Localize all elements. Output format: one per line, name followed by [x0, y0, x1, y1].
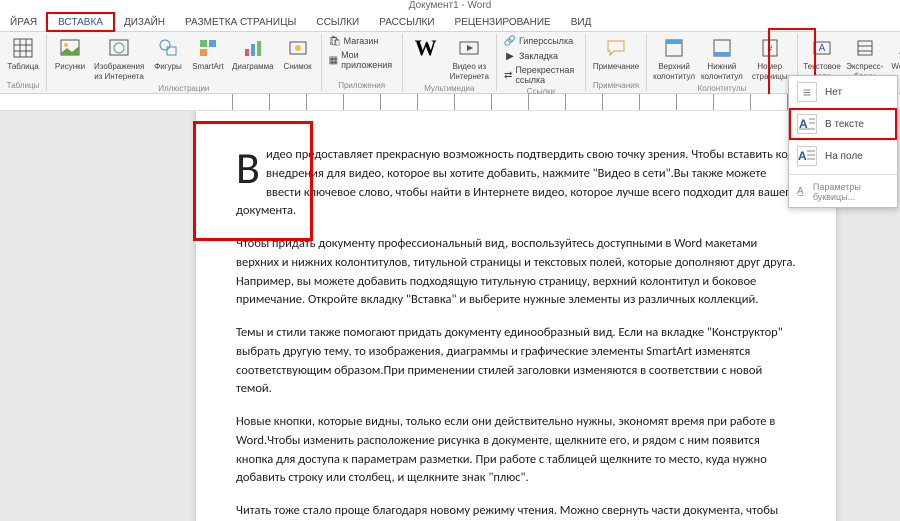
drop-cap-dropdown: ≡ Нет A В тексте A На поле A̲ Параметры …: [788, 75, 898, 208]
wordart-icon: A: [894, 36, 900, 60]
quickparts-icon: [853, 36, 877, 60]
bookmark-button[interactable]: ▶Закладка: [501, 49, 581, 63]
crossref-icon: ⇄: [504, 69, 512, 81]
ribbon-group-headerfooter: Верхний колонтитул Нижний колонтитул # Н…: [647, 34, 798, 91]
online-pictures-button[interactable]: Изображения из Интернета: [91, 34, 147, 83]
smartart-button[interactable]: SmartArt: [189, 34, 227, 74]
dropcap-option-in-margin[interactable]: A На поле: [789, 140, 897, 172]
paragraph-1[interactable]: Видео предоставляет прекрасную возможнос…: [236, 146, 796, 221]
footer-icon: [710, 36, 734, 60]
store-button[interactable]: 🛍Магазин: [326, 34, 398, 48]
tab-review[interactable]: РЕЦЕНЗИРОВАНИЕ: [445, 14, 561, 31]
apps-icon: ▦: [329, 54, 338, 66]
image-icon: [58, 36, 82, 60]
smartart-icon: [196, 36, 220, 60]
online-image-icon: [107, 36, 131, 60]
tab-view[interactable]: ВИД: [561, 14, 602, 31]
svg-text:A: A: [819, 43, 826, 54]
wiki-icon: W: [414, 36, 438, 60]
header-button[interactable]: Верхний колонтитул: [651, 34, 697, 83]
shapes-button[interactable]: Фигуры: [149, 34, 187, 74]
title-bar: Документ1 - Word: [0, 0, 900, 12]
footer-button[interactable]: Нижний колонтитул: [699, 34, 745, 83]
online-video-button[interactable]: Видео из Интернета: [447, 34, 492, 83]
page-number-button[interactable]: # Номер страницы: [747, 34, 793, 83]
screenshot-icon: [286, 36, 310, 60]
horizontal-ruler[interactable]: [0, 94, 900, 111]
pictures-button[interactable]: Рисунки: [51, 34, 89, 74]
paragraph-5[interactable]: Читать тоже стало проще благодаря новому…: [236, 502, 796, 521]
ribbon-tabs: ЙРАЯ ВСТАВКА ДИЗАЙН РАЗМЕТКА СТРАНИЦЫ СС…: [0, 12, 900, 32]
pagenumber-icon: #: [758, 36, 782, 60]
screenshot-button[interactable]: Снимок: [279, 34, 317, 74]
tab-design[interactable]: ДИЗАЙН: [114, 14, 175, 31]
chart-icon: [241, 36, 265, 60]
ribbon-group-tables: Таблица Таблицы: [0, 34, 47, 91]
tab-page-layout[interactable]: РАЗМЕТКА СТРАНИЦЫ: [175, 14, 306, 31]
window-title: Документ1 - Word: [409, 0, 492, 11]
comment-icon: [604, 36, 628, 60]
tab-insert[interactable]: ВСТАВКА: [47, 13, 114, 31]
crossref-button[interactable]: ⇄Перекрестная ссылка: [501, 64, 581, 86]
textbox-icon: A: [810, 36, 834, 60]
store-icon: 🛍: [329, 35, 341, 47]
shapes-icon: [156, 36, 180, 60]
link-icon: 🔗: [504, 35, 516, 47]
tab-references[interactable]: ССЫЛКИ: [306, 14, 369, 31]
ribbon-group-illustrations: Рисунки Изображения из Интернета Фигуры …: [47, 34, 322, 91]
wiki-button[interactable]: W: [407, 34, 445, 74]
svg-text:A: A: [798, 149, 807, 163]
dropcap-none-icon: ≡: [797, 82, 817, 102]
table-button[interactable]: Таблица: [4, 34, 42, 74]
page[interactable]: Видео предоставляет прекрасную возможнос…: [196, 111, 836, 521]
video-icon: [457, 36, 481, 60]
dropcap-params-icon: A̲: [797, 186, 807, 198]
dropdown-separator: [789, 174, 897, 175]
header-icon: [662, 36, 686, 60]
ribbon-group-links: 🔗Гиперссылка ▶Закладка ⇄Перекрестная ссы…: [497, 34, 586, 91]
ribbon: Таблица Таблицы Рисунки Изображения из И…: [0, 32, 900, 94]
tab-partial[interactable]: ЙРАЯ: [0, 14, 47, 31]
dropcap-option-in-text[interactable]: A В тексте: [789, 108, 897, 140]
dropcap-margin-icon: A: [797, 146, 817, 166]
my-apps-button[interactable]: ▦Мои приложения: [326, 49, 398, 71]
dropcap-intext-icon: A: [797, 114, 817, 134]
hyperlink-button[interactable]: 🔗Гиперссылка: [501, 34, 581, 48]
paragraph-3[interactable]: Темы и стили также помогают придать доку…: [236, 324, 796, 399]
ribbon-group-media: W Видео из Интернета Мультимедиа: [403, 34, 497, 91]
drop-cap-letter: В: [236, 146, 266, 187]
dropcap-options-button[interactable]: A̲ Параметры буквицы...: [789, 177, 897, 207]
chart-button[interactable]: Диаграмма: [229, 34, 277, 74]
wordart-button[interactable]: A WordArt: [887, 34, 900, 74]
tab-mailings[interactable]: РАССЫЛКИ: [369, 14, 444, 31]
ribbon-group-apps: 🛍Магазин ▦Мои приложения Приложения: [322, 34, 403, 91]
paragraph-2[interactable]: Чтобы придать документу профессиональный…: [236, 235, 796, 310]
ribbon-group-comments: Примечание Примечания: [586, 34, 647, 91]
table-icon: [11, 36, 35, 60]
svg-text:#: #: [767, 44, 772, 53]
comment-button[interactable]: Примечание: [590, 34, 642, 74]
paragraph-4[interactable]: Новые кнопки, которые видны, только если…: [236, 413, 796, 488]
document-area: Видео предоставляет прекрасную возможнос…: [0, 111, 900, 521]
dropcap-option-none[interactable]: ≡ Нет: [789, 76, 897, 108]
bookmark-icon: ▶: [504, 50, 516, 62]
